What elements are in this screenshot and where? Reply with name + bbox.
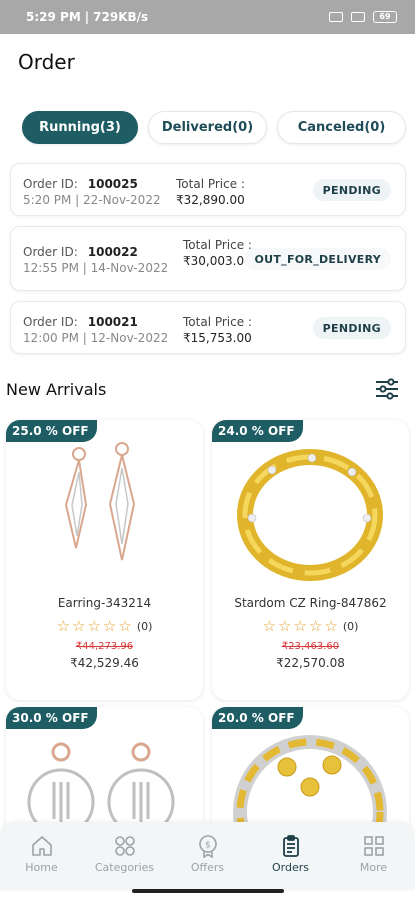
nav-home[interactable]: Home <box>0 822 83 890</box>
order-card[interactable]: Order ID: 100021 12:00 PM | 12-Nov-2022 T… <box>10 301 406 354</box>
order-price-block: Total Price : ₹15,753.00 <box>183 314 252 346</box>
product-card[interactable]: 25.0 % OFF Earring-343214 ☆ ☆ ☆ ☆ ☆ (0) … <box>6 420 203 700</box>
home-indicator <box>132 889 284 893</box>
status-badge: PENDING <box>312 179 391 201</box>
nav-label: More <box>359 861 388 874</box>
total-price: ₹32,890.00 <box>176 193 245 207</box>
nav-label: Offers <box>190 861 225 874</box>
nav-label: Home <box>25 861 58 874</box>
home-icon <box>31 836 52 856</box>
section-title-new-arrivals: New Arrivals <box>6 380 107 399</box>
order-id-label: Order ID: <box>23 177 78 191</box>
page-title: Order <box>18 50 75 74</box>
rating-count: (0) <box>342 619 359 633</box>
star-icon: ☆ <box>56 617 71 635</box>
order-price-block: Total Price : ₹30,003.00 <box>183 237 253 269</box>
order-card[interactable]: Order ID: 100022 12:55 PM | 14-Nov-2022 T… <box>10 226 406 291</box>
svg-text:$: $ <box>205 841 211 851</box>
status-badge: PENDING <box>312 317 391 339</box>
tab-canceled[interactable]: Canceled(0) <box>277 111 406 144</box>
order-datetime: 12:55 PM | 14-Nov-2022 <box>23 261 169 275</box>
rating-row: ☆ ☆ ☆ ☆ ☆ (0) <box>212 618 409 634</box>
status-time: 5:29 PM <box>26 10 81 24</box>
bottom-navigation: Home Categories $ Offers Orders More <box>0 822 415 890</box>
order-status-tabs: Running(3) Delivered(0) Canceled(0) <box>22 111 406 144</box>
nav-more[interactable]: More <box>332 822 415 890</box>
wifi-icon <box>351 12 365 22</box>
status-divider: | <box>84 10 90 24</box>
status-speed: 729KB/s <box>93 10 149 24</box>
signal-icon <box>329 12 343 22</box>
star-icon: ☆ <box>262 617 277 635</box>
nav-label: Orders <box>272 861 309 874</box>
discount-badge: 24.0 % OFF <box>212 420 303 442</box>
order-id: 100025 <box>87 177 138 191</box>
order-datetime: 5:20 PM | 22-Nov-2022 <box>23 193 161 207</box>
status-icons: 69 <box>329 11 397 23</box>
sale-price: ₹42,529.46 <box>70 656 139 670</box>
nav-offers[interactable]: $ Offers <box>166 822 249 890</box>
rating-count: (0) <box>136 619 153 633</box>
order-id: 100022 <box>87 245 138 259</box>
total-price-label: Total Price : <box>183 315 252 329</box>
discount-badge: 25.0 % OFF <box>6 420 97 442</box>
sale-price: ₹22,570.08 <box>276 656 345 670</box>
status-badge: OUT_FOR_DELIVERY <box>244 248 391 270</box>
status-bar: 5:29 PM | 729KB/s 69 <box>0 0 415 34</box>
product-image-ring <box>237 449 383 581</box>
star-icon: ☆ <box>308 617 323 635</box>
discount-badge: 20.0 % OFF <box>212 707 303 729</box>
order-datetime: 12:00 PM | 12-Nov-2022 <box>23 331 169 345</box>
discount-badge: 30.0 % OFF <box>6 707 97 729</box>
battery-icon: 69 <box>373 11 397 23</box>
order-id-label: Order ID: <box>23 315 78 329</box>
star-icon: ☆ <box>118 617 132 635</box>
original-price: ₹23,463.60 <box>281 641 340 652</box>
nav-orders[interactable]: Orders <box>249 822 332 890</box>
star-icon: ☆ <box>72 617 86 635</box>
offers-icon: $ <box>198 835 217 858</box>
total-price-label: Total Price : <box>183 238 252 252</box>
total-price: ₹30,003.00 <box>183 254 252 268</box>
categories-icon <box>114 836 135 856</box>
order-price-block: Total Price : ₹32,890.00 <box>176 176 245 208</box>
order-id-label: Order ID: <box>23 245 78 259</box>
star-icon: ☆ <box>324 617 338 635</box>
rating-row: ☆ ☆ ☆ ☆ ☆ (0) <box>6 618 203 634</box>
original-price: ₹44,273.96 <box>75 641 134 652</box>
order-info: Order ID: 100021 12:00 PM | 12-Nov-2022 <box>23 314 168 346</box>
star-icon: ☆ <box>102 617 117 635</box>
order-id: 100021 <box>87 315 138 329</box>
order-card[interactable]: Order ID: 100025 5:20 PM | 22-Nov-2022 To… <box>10 163 406 216</box>
product-name: Stardom CZ Ring-847862 <box>234 596 387 610</box>
star-icon: ☆ <box>293 617 307 635</box>
order-info: Order ID: 100025 5:20 PM | 22-Nov-2022 <box>23 176 161 208</box>
product-name: Earring-343214 <box>57 596 152 610</box>
nav-label: Categories <box>94 861 155 874</box>
filter-icon[interactable] <box>375 378 399 400</box>
star-icon: ☆ <box>278 617 292 635</box>
tab-running[interactable]: Running(3) <box>22 111 138 144</box>
total-price: ₹15,753.00 <box>183 331 252 345</box>
order-info: Order ID: 100022 12:55 PM | 14-Nov-2022 <box>23 244 168 276</box>
product-card[interactable]: 24.0 % OFF Stardom CZ Ring-847862 ☆ ☆ ☆ … <box>212 420 409 700</box>
orders-icon <box>282 835 299 857</box>
more-icon <box>363 836 384 856</box>
star-icon: ☆ <box>87 617 101 635</box>
product-image-earring <box>64 442 136 561</box>
total-price-label: Total Price : <box>176 177 245 191</box>
tab-delivered[interactable]: Delivered(0) <box>148 111 267 144</box>
nav-categories[interactable]: Categories <box>83 822 166 890</box>
